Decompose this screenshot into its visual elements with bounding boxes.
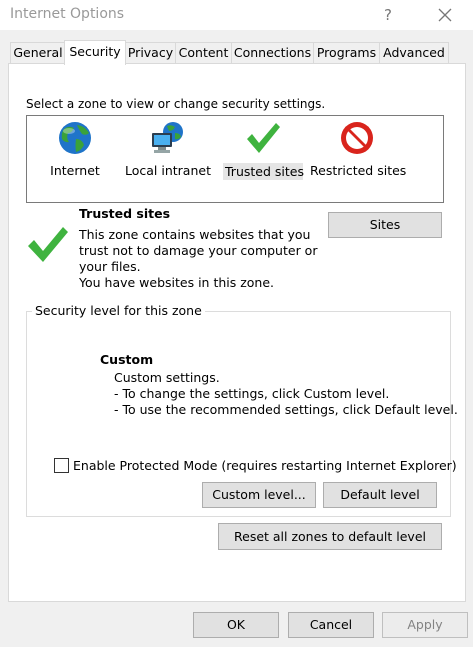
globe-icon [55, 119, 95, 157]
zone-prompt: Select a zone to view or change security… [26, 97, 326, 111]
window-title: Internet Options [10, 6, 125, 22]
intranet-icon [148, 119, 188, 157]
protected-mode-label[interactable]: Enable Protected Mode (requires restarti… [73, 458, 457, 473]
security-level-legend: Security level for this zone [32, 303, 205, 318]
zone-internet[interactable]: Internet [44, 119, 106, 183]
zone-label: Restricted sites [310, 163, 407, 178]
zone-local-intranet[interactable]: Local intranet [125, 119, 211, 183]
help-button[interactable]: ? [373, 3, 403, 27]
zone-label: Internet [50, 163, 100, 178]
tab-programs[interactable]: Programs [313, 42, 380, 63]
zone-restricted-sites[interactable]: Restricted sites [310, 119, 407, 183]
checkmark-icon [243, 119, 283, 157]
restricted-icon [337, 119, 377, 157]
tab-advanced[interactable]: Advanced [379, 42, 449, 63]
default-level-button[interactable]: Default level [323, 482, 437, 508]
cancel-button[interactable]: Cancel [288, 612, 374, 638]
reset-all-zones-button[interactable]: Reset all zones to default level [218, 523, 442, 550]
selected-zone-description: This zone contains websites that you tru… [79, 227, 319, 291]
tab-privacy[interactable]: Privacy [125, 42, 176, 63]
close-icon [438, 8, 452, 22]
close-button[interactable] [430, 3, 460, 27]
security-level-description: Custom settings. - To change the setting… [114, 370, 458, 418]
zone-label: Trusted sites [223, 163, 304, 180]
ok-button[interactable]: OK [193, 612, 279, 638]
description-line: This zone contains websites that you [79, 227, 311, 242]
zone-trusted-sites[interactable]: Trusted sites [223, 119, 304, 183]
tab-connections[interactable]: Connections [231, 42, 314, 63]
custom-level-button[interactable]: Custom level... [202, 482, 316, 508]
security-level-name: Custom [100, 352, 154, 367]
description-line: your files. [79, 259, 141, 274]
tab-general[interactable]: General [10, 42, 66, 63]
level-description-line: - To change the settings, click Custom l… [114, 386, 390, 401]
description-line: You have websites in this zone. [79, 275, 275, 290]
description-line: trust not to damage your computer or [79, 243, 318, 258]
sites-button[interactable]: Sites [328, 212, 442, 238]
tab-content[interactable]: Content [175, 42, 232, 63]
level-description-line: - To use the recommended settings, click… [114, 402, 458, 417]
zone-label: Local intranet [125, 163, 211, 178]
tab-security[interactable]: Security [64, 40, 126, 65]
selected-zone-name: Trusted sites [79, 206, 171, 221]
level-description-line: Custom settings. [114, 370, 220, 385]
apply-button[interactable]: Apply [382, 612, 468, 638]
protected-mode-checkbox[interactable] [54, 458, 69, 473]
trusted-sites-checkmark-icon [26, 222, 70, 266]
